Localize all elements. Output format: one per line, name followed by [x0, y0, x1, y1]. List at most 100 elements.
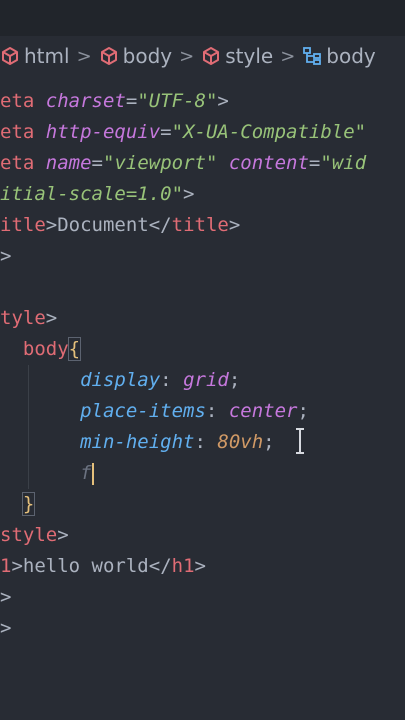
breadcrumb-item-style[interactable]: style [201, 44, 273, 68]
code-editor[interactable]: eta charset="UTF-8"> eta http-equiv="X-U… [0, 86, 405, 644]
code-attribute: http-equiv [45, 121, 161, 143]
css-number: 80vh [217, 431, 264, 453]
typed-text: f [80, 462, 92, 484]
breadcrumb-item-body-selector[interactable]: body [302, 44, 376, 68]
code-punct: > [194, 555, 206, 577]
code-punct: : [160, 369, 172, 391]
code-punct: </ [148, 555, 172, 577]
code-punct: ; [297, 400, 309, 422]
code-line[interactable]: min-height: 80vh; [0, 427, 405, 458]
code-text: hello world [22, 555, 149, 577]
indent-guide [28, 396, 29, 427]
indent-guide [28, 427, 29, 458]
code-line[interactable]: 1>hello world</h1> [0, 551, 405, 582]
code-tag: eta [0, 121, 35, 143]
code-punct: > [11, 555, 23, 577]
text-cursor [91, 462, 94, 485]
code-punct: > [217, 90, 229, 112]
css-property: place-items [80, 400, 206, 422]
code-string: "UTF-8" [137, 90, 218, 112]
code-punct: ; [228, 369, 241, 391]
code-punct: : [194, 431, 206, 453]
code-tag: itle [0, 214, 46, 236]
css-value: grid [183, 369, 229, 391]
breadcrumb-label: style [225, 44, 274, 68]
code-string: "viewport" [103, 152, 218, 174]
code-line[interactable]: } [0, 489, 405, 520]
indent-guide [28, 365, 29, 396]
indent-guide [28, 458, 29, 489]
code-line[interactable]: itle>Document</title> [0, 210, 405, 241]
code-line[interactable]: tyle> [0, 303, 405, 334]
code-line-active[interactable]: f [0, 458, 405, 489]
code-tag: h1 [171, 555, 195, 577]
code-punct: = [91, 152, 103, 174]
breadcrumb-separator: > [76, 45, 92, 67]
css-property: min-height [80, 431, 195, 453]
code-line[interactable]: eta name="viewport" content="wid [0, 148, 405, 179]
code-attribute: charset [45, 90, 126, 112]
code-line[interactable]: place-items: center; [0, 396, 405, 427]
code-punct: > [0, 586, 12, 608]
tab-bar [0, 0, 405, 36]
code-attribute: content [228, 152, 309, 174]
cube-icon [2, 47, 18, 65]
code-line-empty[interactable] [0, 272, 405, 303]
breadcrumb-separator: > [280, 45, 296, 67]
code-line[interactable]: itial-scale=1.0"> [0, 179, 405, 210]
code-line[interactable]: display: grid; [0, 365, 405, 396]
code-tag: style [0, 524, 58, 546]
code-text: Document [57, 214, 149, 236]
cube-icon [203, 47, 220, 65]
mouse-ibeam-cursor-icon [296, 428, 304, 454]
code-punct: = [160, 121, 172, 143]
code-tag: eta [0, 90, 35, 112]
breadcrumb: html > body > style > body [0, 36, 405, 76]
code-line[interactable]: eta http-equiv="X-UA-Compatible" [0, 117, 405, 148]
code-punct: : [205, 400, 218, 422]
breadcrumb-item-html[interactable]: html [0, 44, 70, 68]
code-punct: = [125, 90, 138, 112]
code-line[interactable]: eta charset="UTF-8"> [0, 86, 405, 117]
code-punct: > [45, 214, 58, 236]
css-selector-icon [303, 47, 322, 65]
code-string: itial-scale=1.0" [0, 183, 184, 205]
code-tag: title [171, 214, 229, 236]
code-tag: 1 [0, 555, 12, 577]
css-open-brace: { [67, 337, 82, 361]
code-line[interactable]: body{ [0, 334, 405, 365]
code-punct: = [308, 152, 321, 174]
breadcrumb-label: body [122, 44, 173, 68]
css-value: center [228, 400, 298, 422]
breadcrumb-label: body [326, 44, 376, 68]
code-tag: tyle [0, 307, 46, 329]
code-punct: > [45, 307, 58, 329]
css-selector: body [22, 338, 69, 360]
code-string: "X-UA-Compatible" [171, 121, 367, 143]
code-punct: > [0, 245, 12, 267]
code-punct: > [0, 617, 12, 639]
breadcrumb-item-body[interactable]: body [99, 44, 172, 68]
code-line[interactable]: style> [0, 520, 405, 551]
code-line[interactable]: > [0, 582, 405, 613]
css-close-brace: } [21, 492, 36, 516]
code-punct: ; [263, 431, 275, 453]
cube-icon [100, 47, 117, 65]
code-punct: </ [148, 214, 172, 236]
code-tag: eta [0, 152, 35, 174]
code-string: "wid [320, 152, 367, 174]
code-line[interactable]: > [0, 241, 405, 272]
breadcrumb-label: html [24, 44, 70, 68]
code-punct: > [228, 214, 241, 236]
code-attribute: name [45, 152, 92, 174]
code-line[interactable]: > [0, 613, 405, 644]
code-punct: > [183, 183, 195, 205]
css-property: display [80, 369, 161, 391]
code-punct: > [57, 524, 69, 546]
